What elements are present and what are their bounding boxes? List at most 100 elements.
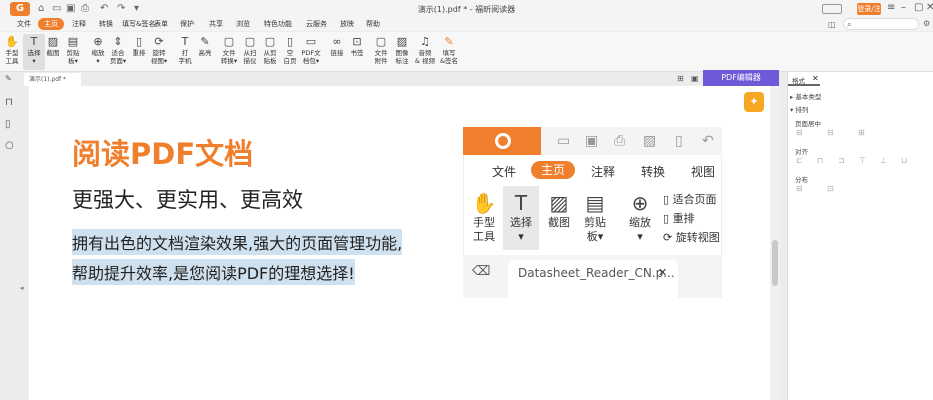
- search-input[interactable]: [843, 18, 919, 30]
- menu-fill-sign[interactable]: 填写&签名: [122, 18, 155, 30]
- rotate-view-icon: ⟳: [154, 35, 164, 48]
- fill-sign-button[interactable]: ✎ 填写 &签名: [437, 34, 461, 70]
- file-attachment-button[interactable]: ▢ 文件 附件: [370, 34, 392, 70]
- pdf-editor-button[interactable]: PDF编辑器: [703, 70, 779, 86]
- layout-icon[interactable]: ◫: [828, 20, 836, 29]
- distribute-horizontal-icon[interactable]: ⊟: [796, 184, 803, 193]
- menu-protect[interactable]: 保护: [180, 18, 194, 30]
- menu-slideshow[interactable]: 放映: [340, 18, 354, 30]
- hand-tool-button[interactable]: ✋ 手型 工具: [1, 34, 23, 70]
- preview-clipboard-tool: ▤ 剪贴 板▾: [580, 190, 610, 244]
- align-middle-icon[interactable]: ⊥: [880, 156, 887, 165]
- menu-icon[interactable]: ≡: [887, 2, 895, 13]
- image-annotation-button[interactable]: ▨ 图像 标注: [391, 34, 413, 70]
- highlight-icon: ✎: [200, 35, 210, 48]
- align-left-icon[interactable]: ⊏: [796, 156, 803, 165]
- center-both-icon[interactable]: ⊞: [858, 128, 865, 137]
- center-vertical-icon[interactable]: ⊟: [827, 128, 834, 137]
- preview-fit-page: ▯ 适合页面: [663, 193, 717, 206]
- clipboard-icon: ▤: [67, 35, 79, 48]
- menu-home[interactable]: 主页: [38, 18, 64, 30]
- menu-share[interactable]: 共享: [209, 18, 223, 30]
- pen-icon[interactable]: ✎: [5, 74, 12, 83]
- clipboard-button[interactable]: ▤ 剪贴 板▾: [62, 34, 84, 70]
- select-text-icon: T: [514, 191, 528, 215]
- menu-annotate[interactable]: 注释: [72, 18, 86, 30]
- preview-save-icon: ▣: [585, 133, 599, 149]
- from-scanner-button[interactable]: ▢ 从扫 描仪: [239, 34, 261, 70]
- file-convert-icon: ▢: [223, 35, 235, 48]
- menu-cloud[interactable]: 云服务: [306, 18, 327, 30]
- grid-view-icon[interactable]: ⊞: [677, 74, 684, 83]
- center-horizontal-icon[interactable]: ⊟: [796, 128, 803, 137]
- rotate-view-icon: ⟳: [663, 231, 676, 244]
- audio-video-button[interactable]: ♫ 音频 & 视频: [412, 34, 438, 70]
- link-button[interactable]: ∞ 链接: [326, 34, 348, 70]
- zoom-icon: ⊕: [93, 35, 103, 48]
- fit-page-button[interactable]: ⇕ 适合 页面▾: [107, 34, 129, 70]
- blank-page-button[interactable]: ▯ 空 白页: [279, 34, 301, 70]
- hand-icon: ✋: [5, 35, 19, 48]
- preview-print-icon: ⎙: [614, 133, 626, 149]
- page-center-label: 页面居中: [795, 120, 821, 128]
- restore-icon[interactable]: ▢: [914, 2, 923, 13]
- document-tab[interactable]: 演示(1).pdf *: [24, 73, 81, 86]
- screenshot-button[interactable]: ▨ 截图: [42, 34, 64, 70]
- link-icon: ∞: [332, 35, 342, 48]
- align-center-icon[interactable]: ⊓: [817, 156, 823, 165]
- bookmark-button[interactable]: ⊡ 书签: [346, 34, 368, 70]
- pdf-editor-label: PDF编辑器: [721, 73, 761, 82]
- window-title: 演示(1).pdf * - 福昕阅读器: [417, 5, 516, 14]
- preview-tab-file: 文件: [492, 165, 517, 179]
- bookmark-panel-icon[interactable]: ⊓: [5, 97, 13, 108]
- align-right-icon[interactable]: ⊐: [838, 156, 845, 165]
- align-top-icon[interactable]: ⊤: [859, 156, 866, 165]
- menu-view[interactable]: 浏览: [236, 18, 250, 30]
- scrollbar-thumb[interactable]: [772, 240, 778, 286]
- settings-icon[interactable]: ⚙: [923, 19, 930, 28]
- bookmark-icon: ⊡: [352, 35, 362, 48]
- rotate-view-button[interactable]: ⟳ 旋转 视图▾: [148, 34, 170, 70]
- account-icon[interactable]: [822, 4, 842, 14]
- panel-close-icon[interactable]: ✕: [812, 74, 819, 83]
- preview-undo-icon: ↶: [702, 133, 714, 149]
- typewriter-button[interactable]: T打 字机: [174, 34, 196, 70]
- from-clipboard-button[interactable]: ▢ 从剪 贴板: [259, 34, 281, 70]
- page-heading: 阅读PDF文档: [72, 137, 254, 171]
- close-icon[interactable]: ✕: [926, 2, 933, 13]
- preview-file-icon: ▯: [675, 133, 683, 149]
- preview-folder-icon: ▭: [557, 133, 571, 149]
- file-convert-button[interactable]: ▢ 文件 转换▾: [218, 34, 240, 70]
- pages-panel-icon[interactable]: ▯: [5, 119, 11, 130]
- section-basic-type[interactable]: ▸ 基本类型: [790, 91, 821, 101]
- section-arrange[interactable]: ▾ 排列: [790, 104, 808, 114]
- minimize-icon[interactable]: –: [901, 2, 906, 13]
- blank-icon: ▯: [286, 35, 294, 48]
- single-view-icon[interactable]: ▣: [691, 74, 699, 83]
- comments-panel-icon[interactable]: ○: [5, 140, 14, 151]
- menu-convert[interactable]: 转换: [99, 18, 113, 30]
- preview-tab-convert: 转换: [641, 165, 666, 179]
- pdf-package-button[interactable]: ▭ PDF文 档包▾: [300, 34, 322, 70]
- distribute-label: 分布: [795, 176, 808, 184]
- preview-zoom-tool: ⊕ 缩放 ▾: [625, 190, 655, 244]
- preview-tab-annotate: 注释: [591, 165, 616, 179]
- preview-logo-icon: [495, 133, 511, 149]
- search-icon: ⌕: [847, 20, 852, 29]
- menu-form[interactable]: 表单: [154, 18, 168, 30]
- menu-file[interactable]: 文件: [17, 18, 31, 30]
- login-button[interactable]: 登录/注册: [857, 3, 881, 25]
- menu-help[interactable]: 帮助: [366, 18, 380, 30]
- preview-doc-tab-label: Datasheet_Reader_CN.p...: [518, 266, 675, 280]
- collapse-arrow-icon[interactable]: ◂: [20, 284, 24, 292]
- align-bottom-icon[interactable]: ⊔: [901, 156, 907, 165]
- distribute-vertical-icon[interactable]: ⊡: [827, 184, 834, 193]
- rotate-icon: ▯: [135, 35, 143, 48]
- zoom-button[interactable]: ⊕ 缩放 ▾: [87, 34, 109, 70]
- help-lightbulb-icon[interactable]: ✦: [744, 92, 764, 112]
- highlight-button[interactable]: ✎ 高亮: [194, 34, 216, 70]
- menu-features[interactable]: 特色功能: [264, 18, 292, 30]
- preview-close-icon: ✕: [658, 266, 668, 279]
- attachment-icon: ▢: [375, 35, 387, 48]
- reflow-button[interactable]: ▯ 重排: [128, 34, 150, 70]
